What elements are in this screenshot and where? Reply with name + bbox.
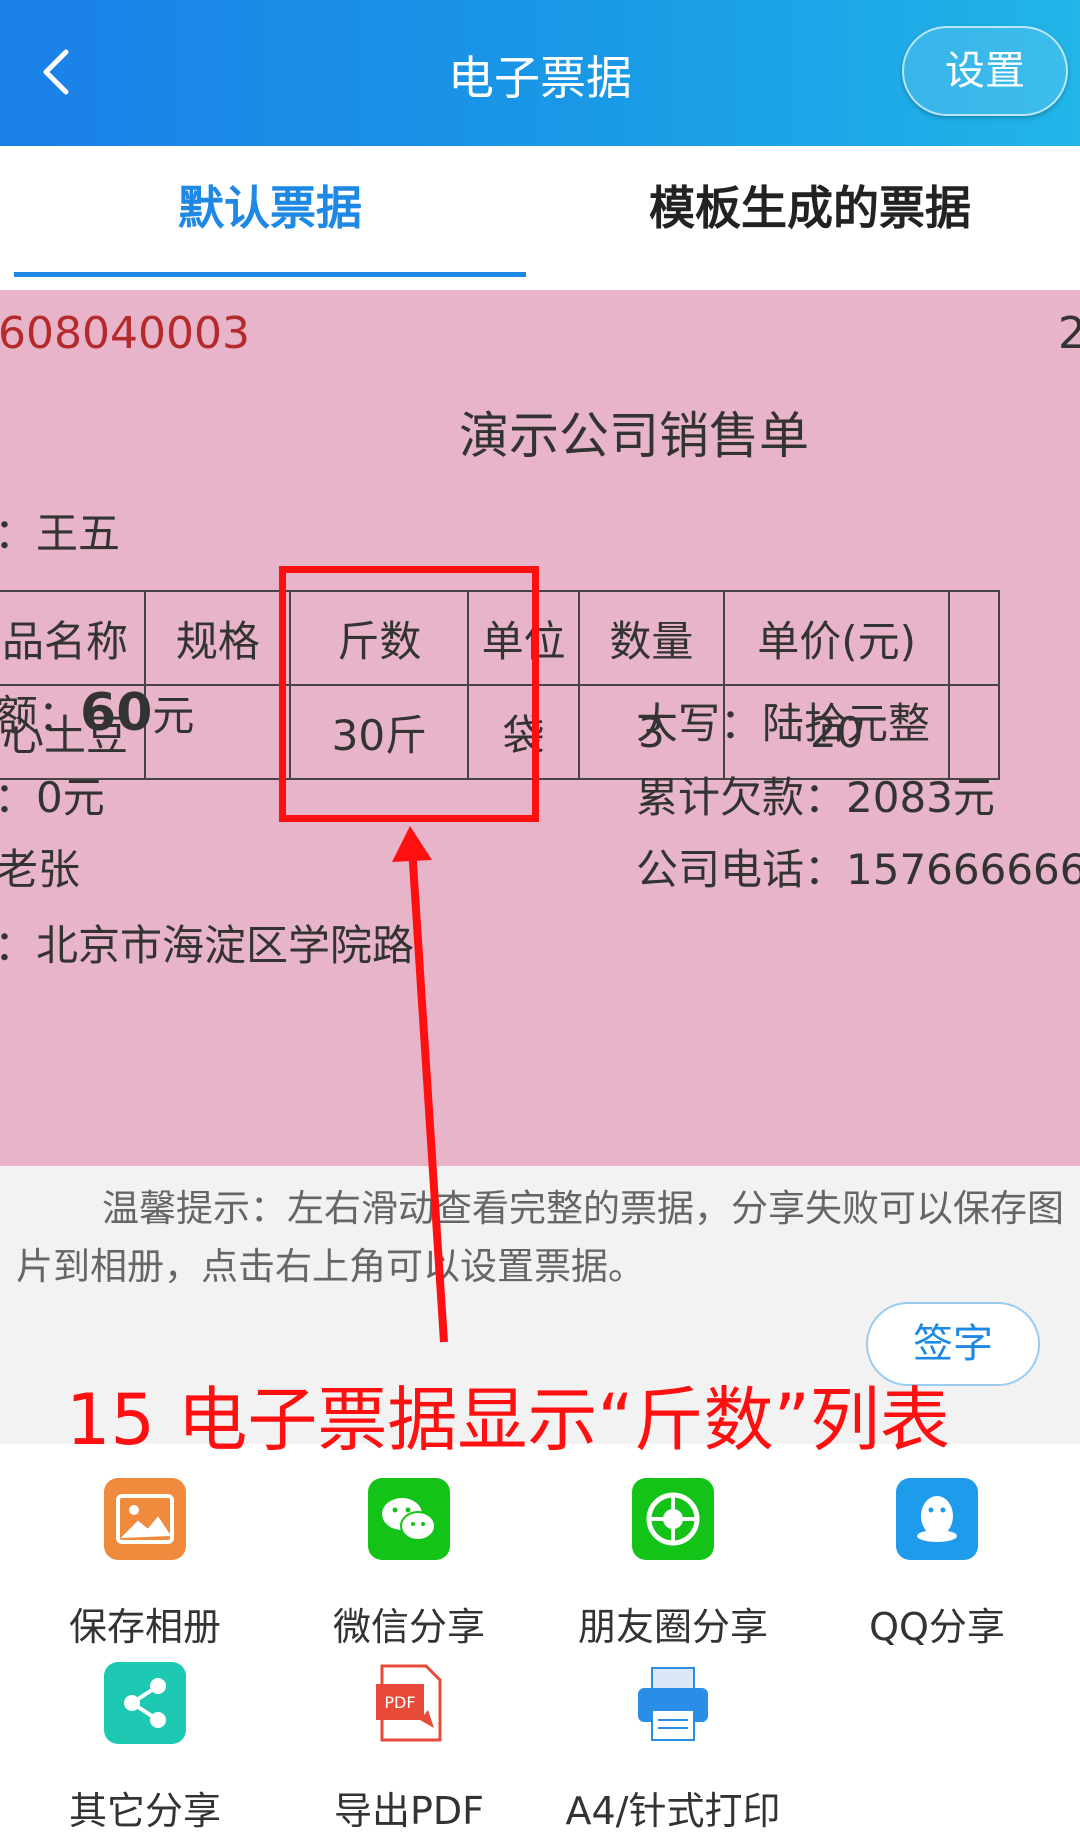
share-label: 保存相册: [68, 1605, 221, 1649]
tab-default-receipt[interactable]: 默认票据: [14, 146, 526, 276]
amount-in-words: 大写：陆拾元整: [636, 699, 931, 748]
svg-text:PDF: PDF: [384, 1693, 415, 1712]
share-label: 导出PDF: [333, 1789, 485, 1833]
app-header: 电子票据 设置: [0, 0, 1080, 146]
highlight-box: [279, 566, 539, 822]
active-tab-indicator: [14, 272, 526, 277]
tip-text: 温馨提示：左右滑动查看完整的票据，分享失败可以保存图片到相册，点击右上角可以设置…: [16, 1187, 1064, 1288]
tab-bar: 默认票据 模板生成的票据: [0, 146, 1080, 290]
column-header: 规格: [144, 590, 292, 686]
printer-icon: [632, 1662, 714, 1744]
settings-button[interactable]: 设置: [902, 26, 1068, 116]
total-unit: 元: [152, 691, 195, 740]
receipt-date: 2: [1058, 308, 1080, 359]
share-label: 其它分享: [68, 1789, 221, 1833]
column-header: 品名称: [0, 590, 147, 686]
share-panel: 保存相册 微信分享 朋友圈分享 QQ分享 其它分享 PDF 导出PDF A4/针…: [0, 1444, 1080, 1844]
total-label: 额：: [0, 691, 81, 740]
accumulated-debt: 累计欠款：2083元: [636, 773, 995, 822]
paid-amount: ：0元: [0, 773, 105, 822]
total-amount: 额：60元: [0, 682, 194, 743]
company-address: ：北京市海淀区学院路: [0, 921, 415, 970]
pdf-icon: PDF: [368, 1662, 450, 1744]
share-label: A4/针式打印: [565, 1789, 781, 1833]
qq-icon: [896, 1478, 978, 1560]
column-header: [948, 590, 1000, 686]
receipt-number: 608040003: [0, 308, 250, 359]
share-label: QQ分享: [869, 1605, 1005, 1649]
share-label: 朋友圈分享: [577, 1605, 768, 1649]
gallery-icon: [104, 1478, 186, 1560]
contact-person: 老张: [0, 845, 81, 894]
customer-name: ：王五: [0, 509, 121, 558]
total-value: 60: [80, 683, 153, 743]
receipt-title: 演示公司销售单: [459, 407, 809, 465]
share-icon: [104, 1662, 186, 1744]
moments-icon: [632, 1478, 714, 1560]
annotation-caption: 15 电子票据显示“斤数”列表: [66, 1379, 950, 1461]
receipt-preview[interactable]: 608040003 2 演示公司销售单 ：王五 品名称 规格 斤数 单位 数量 …: [0, 290, 1080, 1166]
share-label: 微信分享: [332, 1605, 485, 1649]
tab-template-receipt[interactable]: 模板生成的票据: [540, 146, 1080, 276]
company-phone: 公司电话：15766666666: [636, 845, 1080, 894]
wechat-icon: [368, 1478, 450, 1560]
column-header: 数量: [577, 590, 725, 686]
column-header: 单价(元): [722, 590, 951, 686]
